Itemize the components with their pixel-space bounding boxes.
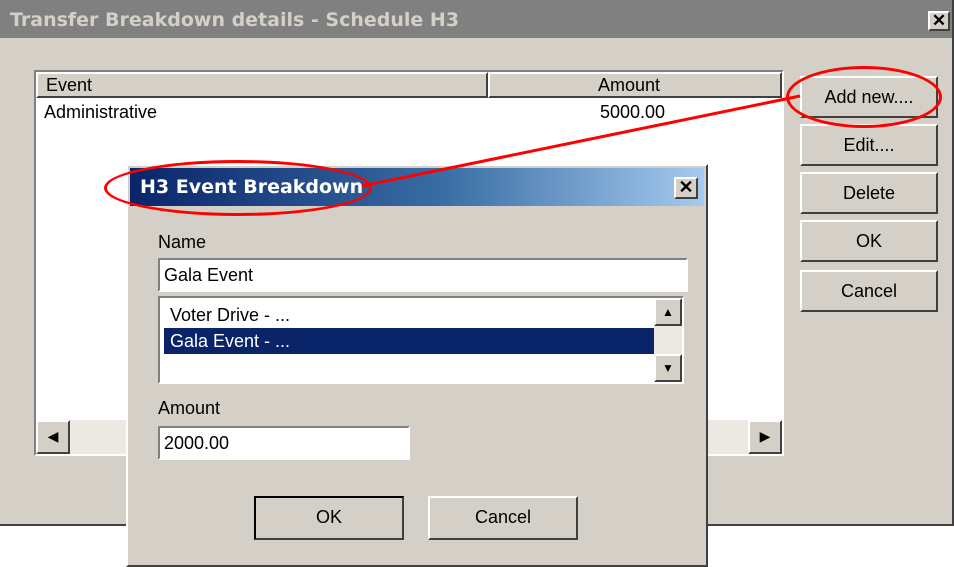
cancel-button[interactable]: Cancel (800, 270, 938, 312)
name-field[interactable]: Gala Event (158, 258, 688, 292)
edit-button[interactable]: Edit.... (800, 124, 938, 166)
add-new-highlight-ellipse (786, 66, 942, 128)
h3-event-breakdown-dialog: H3 Event Breakdown ✕ Name Gala Event Vot… (126, 164, 708, 567)
dialog-ok-button[interactable]: OK (254, 496, 404, 540)
window-title: Transfer Breakdown details - Schedule H3 (10, 9, 460, 31)
amount-field[interactable]: 2000.00 (158, 426, 410, 460)
amount-label: Amount (158, 398, 221, 418)
event-option-gala-event[interactable]: Gala Event - ... (164, 328, 654, 354)
scroll-right-icon[interactable]: ▶ (748, 420, 782, 454)
scroll-up-icon[interactable]: ▲ (654, 298, 682, 326)
ok-button[interactable]: OK (800, 220, 938, 262)
row-amount-cell: 5000.00 (600, 102, 666, 122)
dialog-title-highlight-ellipse (104, 160, 372, 216)
name-label: Name (158, 232, 207, 252)
dialog-cancel-button[interactable]: Cancel (428, 496, 578, 540)
column-header-amount[interactable]: Amount (488, 72, 782, 98)
event-option-voter-drive[interactable]: Voter Drive - ... (164, 302, 654, 328)
dialog-close-icon[interactable]: ✕ (674, 177, 698, 199)
window-title-bar[interactable]: Transfer Breakdown details - Schedule H3… (0, 0, 952, 38)
event-listbox[interactable]: Voter Drive - ... Gala Event - ... ▲ ▼ (158, 296, 684, 384)
scroll-down-icon[interactable]: ▼ (654, 354, 682, 382)
scroll-left-icon[interactable]: ◀ (36, 420, 70, 454)
column-header-event[interactable]: Event (36, 72, 488, 98)
close-icon[interactable]: ✕ (928, 11, 950, 31)
row-event-cell: Administrative (44, 102, 158, 122)
delete-button[interactable]: Delete (800, 172, 938, 214)
vertical-scrollbar[interactable]: ▲ ▼ (654, 298, 682, 382)
